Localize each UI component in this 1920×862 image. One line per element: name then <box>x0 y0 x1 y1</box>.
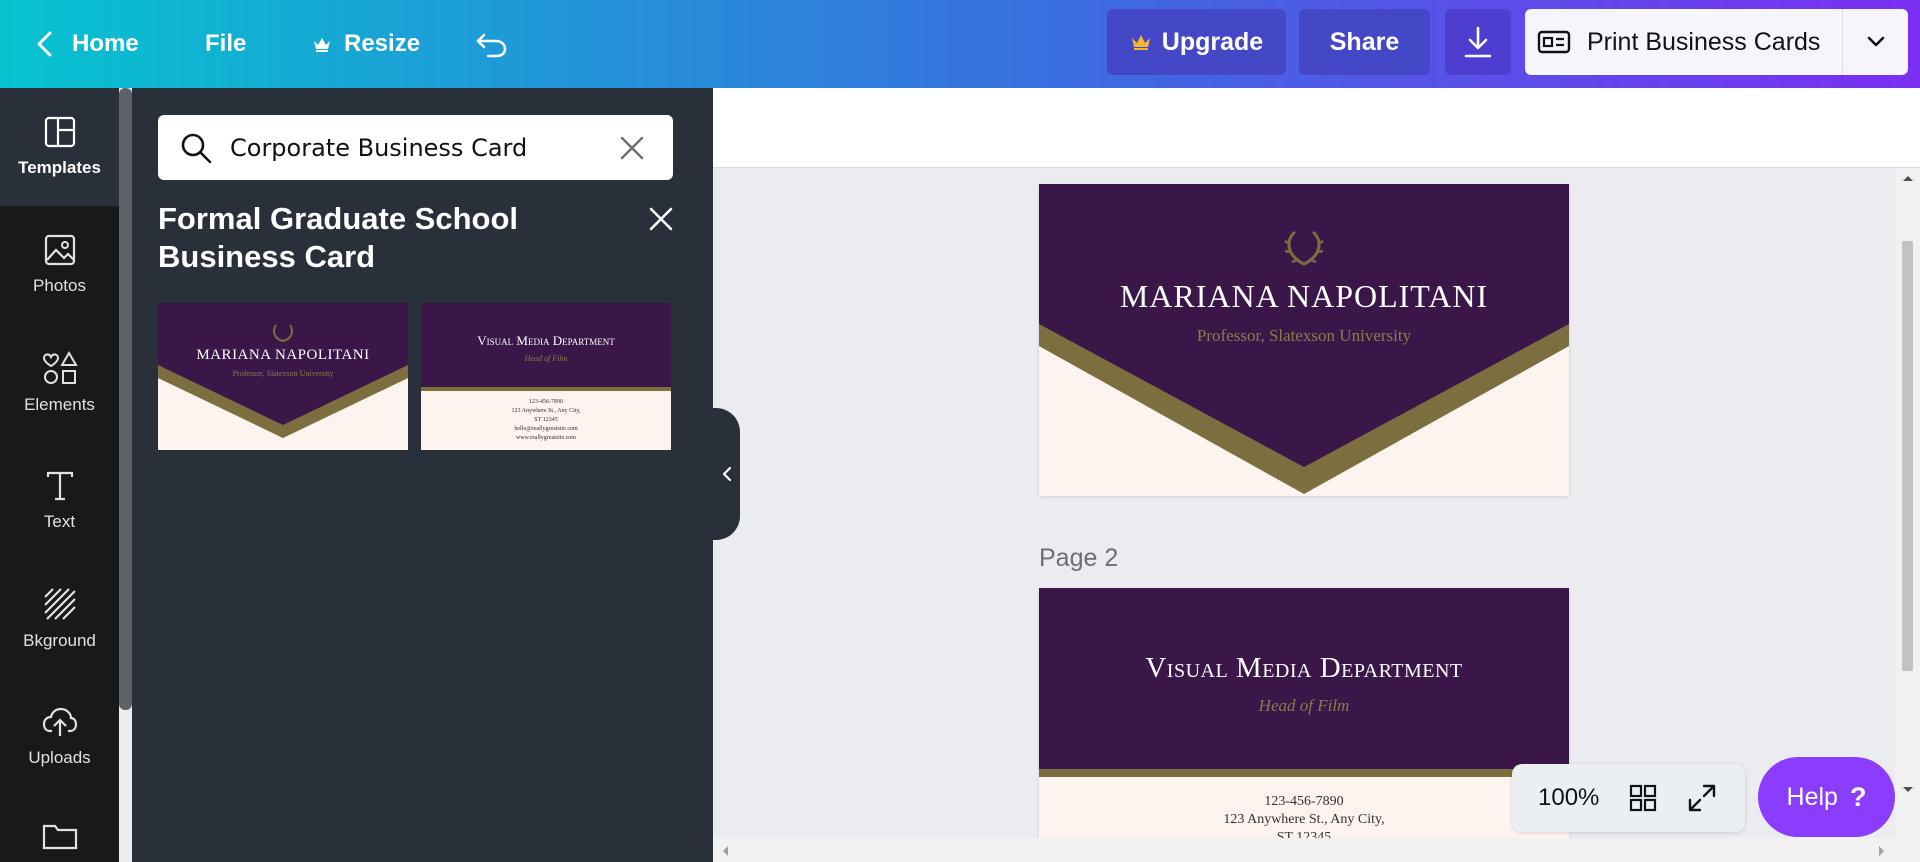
rail-item-elements[interactable]: Elements <box>0 324 119 442</box>
thumb-front-subtitle: Professor, Slatexson University <box>232 369 334 378</box>
download-button[interactable] <box>1445 9 1511 75</box>
thumb-back-dept: Visual Media Department <box>477 333 615 348</box>
rail-item-folder[interactable] <box>0 796 119 862</box>
chevron-down-icon <box>1867 36 1884 47</box>
thumb-back-role: Head of Film <box>524 354 568 363</box>
thumb-contact-line: 123-456-7890 <box>529 399 563 405</box>
scroll-right-icon[interactable] <box>1878 845 1886 857</box>
file-label: File <box>205 30 247 57</box>
zoom-controls: 100% <box>1512 764 1745 832</box>
grid-view-icon[interactable] <box>1629 784 1657 812</box>
zoom-level[interactable]: 100% <box>1538 784 1599 812</box>
editor-toolbar-area <box>713 88 1920 168</box>
undo-button[interactable] <box>474 22 510 66</box>
design-page-2[interactable]: Visual Media Department Head of Film 123… <box>1039 588 1569 838</box>
background-icon <box>43 588 76 620</box>
print-label: Print Business Cards <box>1587 27 1821 56</box>
undo-icon <box>476 33 507 58</box>
share-label: Share <box>1329 27 1400 56</box>
vertical-scroll-thumb[interactable] <box>1902 241 1913 671</box>
thumb-contact-line: www.reallygreatsite.com <box>516 435 576 441</box>
rail-label: Text <box>43 512 76 531</box>
contact-address-1: 123 Anywhere St., Any City, <box>1223 812 1385 827</box>
rail-label: Uploads <box>28 748 91 767</box>
uploads-icon <box>42 707 77 736</box>
rail-item-photos[interactable]: Photos <box>0 206 119 324</box>
rail-item-background[interactable]: Bkground <box>0 560 119 678</box>
horizontal-scrollbar[interactable] <box>713 838 1895 862</box>
templates-panel: Corporate Business Card Formal Graduate … <box>132 88 713 862</box>
share-button[interactable]: Share <box>1299 9 1430 75</box>
fullscreen-icon[interactable] <box>1687 783 1717 813</box>
side-rail: Templates Photos Elements Text Bkground … <box>0 88 119 862</box>
print-business-cards-button[interactable]: Print Business Cards <box>1525 9 1842 75</box>
templates-icon <box>44 116 75 148</box>
template-title: Formal Graduate School Business Card <box>158 201 519 274</box>
page-2-label: Page 2 <box>1039 544 1119 572</box>
home-label: Home <box>72 30 139 57</box>
thumb-contact-line: hello@reallygreatsite.com <box>514 426 578 432</box>
contact-address-2: ST 12345 <box>1276 830 1332 838</box>
chevron-left-icon <box>722 466 731 482</box>
panel-scrollbar[interactable] <box>119 88 132 710</box>
page-2-contact[interactable]: 123-456-7890 123 Anywhere St., Any City,… <box>1039 793 1569 838</box>
resize-button[interactable]: Resize <box>312 22 420 66</box>
file-menu[interactable]: File <box>205 22 246 66</box>
page-2-department[interactable]: Visual Media Department <box>1039 652 1569 685</box>
template-thumbnail-back[interactable]: Visual Media Department Head of Film 123… <box>421 303 671 450</box>
scroll-left-icon[interactable] <box>721 845 729 857</box>
elements-icon <box>42 351 78 384</box>
crown-icon <box>314 38 330 52</box>
search-icon <box>181 133 212 164</box>
rail-label: Photos <box>33 276 86 295</box>
search-input[interactable]: Corporate Business Card <box>158 115 673 180</box>
question-mark-icon: ? <box>1849 781 1867 812</box>
help-button[interactable]: Help ? <box>1758 757 1895 837</box>
clear-search-icon[interactable] <box>619 135 645 161</box>
text-icon <box>46 471 73 501</box>
template-thumbnail-front[interactable]: MARIANA NAPOLITANI Professor, Slatexson … <box>158 303 408 450</box>
chevron-left-icon <box>37 31 52 57</box>
collapse-panel-button[interactable] <box>713 408 740 540</box>
thumb-front-name: MARIANA NAPOLITANI <box>196 347 370 363</box>
rail-item-text[interactable]: Text <box>0 442 119 560</box>
rail-label: Elements <box>24 395 95 414</box>
rail-item-uploads[interactable]: Uploads <box>0 678 119 796</box>
page-1-name[interactable]: MARIANA NAPOLITANI <box>1039 278 1569 315</box>
folder-icon <box>42 824 77 850</box>
upgrade-label: Upgrade <box>1161 27 1264 56</box>
vertical-scrollbar[interactable] <box>1895 168 1920 862</box>
thumb-contact-line: 123 Anywhere St., Any City, <box>511 408 581 414</box>
design-page-1[interactable]: MARIANA NAPOLITANI Professor, Slatexson … <box>1039 184 1569 496</box>
business-card-icon <box>1537 30 1571 54</box>
scroll-up-icon[interactable] <box>1902 174 1914 182</box>
download-icon <box>1464 26 1492 58</box>
help-label: Help <box>1786 782 1838 811</box>
rail-label: Bkground <box>23 631 96 650</box>
close-icon[interactable] <box>648 206 674 232</box>
contact-phone: 123-456-7890 <box>1264 794 1344 809</box>
page-2-role[interactable]: Head of Film <box>1039 696 1569 716</box>
rail-item-templates[interactable]: Templates <box>0 88 119 206</box>
thumb-contact-line: ST 12345 <box>534 417 558 423</box>
page-1-subtitle[interactable]: Professor, Slatexson University <box>1039 326 1569 346</box>
rail-label: Templates <box>18 158 101 177</box>
top-bar: Home File Resize Upgrade Share Print Bus… <box>0 0 1920 88</box>
photos-icon <box>44 234 75 266</box>
thumb-back-contact: 123-456-7890 123 Anywhere St., Any City,… <box>421 398 671 443</box>
upgrade-button[interactable]: Upgrade <box>1107 9 1286 75</box>
scroll-down-icon[interactable] <box>1902 786 1914 794</box>
crown-icon <box>1131 35 1150 50</box>
resize-label: Resize <box>344 30 421 57</box>
print-options-dropdown[interactable] <box>1842 9 1908 75</box>
search-query: Corporate Business Card <box>230 134 528 162</box>
home-button[interactable]: Home <box>34 22 139 66</box>
